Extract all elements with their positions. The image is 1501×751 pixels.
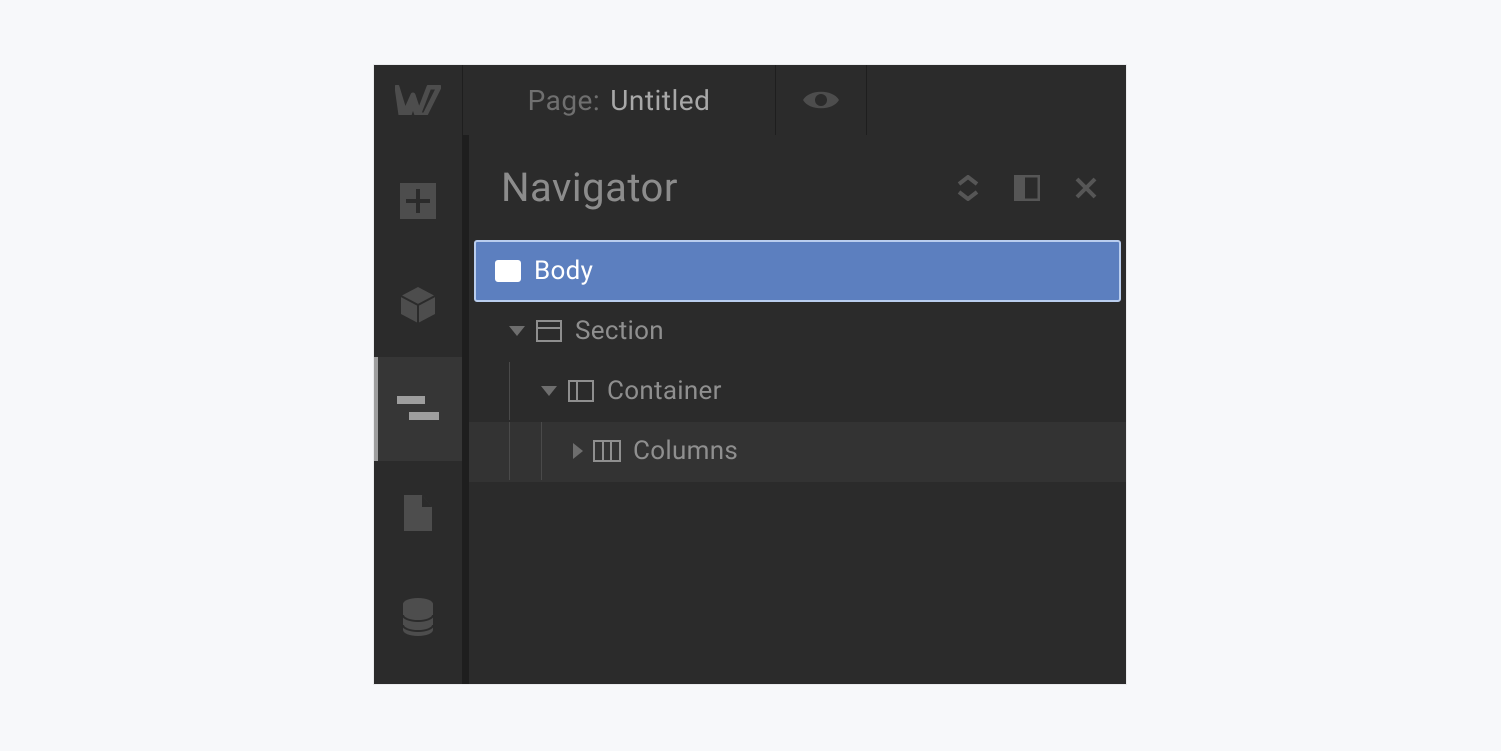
page-selector[interactable]: Page: Untitled <box>463 65 776 135</box>
designer-window: Page: Untitled <box>374 65 1126 684</box>
container-icon <box>567 380 595 402</box>
add-elements-button[interactable] <box>374 149 462 253</box>
collapse-all-icon[interactable] <box>956 175 980 201</box>
navigator-button[interactable] <box>374 357 462 461</box>
close-icon[interactable] <box>1074 176 1098 200</box>
pages-button[interactable] <box>374 461 462 565</box>
tree-item-label: Section <box>575 316 664 346</box>
plus-icon <box>398 181 438 221</box>
navigator-panel: Navigator <box>463 135 1126 684</box>
tree-item-columns[interactable]: Columns <box>469 422 1126 482</box>
page-prefix-label: Page: <box>528 84 601 117</box>
tree-item-container[interactable]: Container <box>469 362 1126 422</box>
cms-button[interactable] <box>374 565 462 669</box>
logo-button[interactable] <box>374 65 463 135</box>
expand-toggle[interactable] <box>509 326 525 336</box>
navigator-actions <box>956 175 1098 201</box>
tree-item-section[interactable]: Section <box>469 302 1126 362</box>
tree-item-label: Body <box>534 256 593 286</box>
cube-icon <box>397 284 439 326</box>
top-bar: Page: Untitled <box>374 65 1126 135</box>
navigator-header: Navigator <box>469 135 1126 240</box>
tree-item-label: Container <box>607 376 722 406</box>
left-tool-rail <box>374 135 463 684</box>
expand-toggle[interactable] <box>541 386 557 396</box>
eye-icon <box>801 87 841 113</box>
navigator-tree: Body Section <box>469 240 1126 684</box>
tree-item-body[interactable]: Body <box>474 240 1121 302</box>
pin-panel-icon[interactable] <box>1014 175 1040 201</box>
tree-item-label: Columns <box>633 436 738 466</box>
webflow-logo-icon <box>395 85 441 115</box>
navigator-title: Navigator <box>501 164 678 211</box>
symbols-button[interactable] <box>374 253 462 357</box>
page-name-label: Untitled <box>610 84 710 117</box>
navigator-icon <box>397 394 439 424</box>
body-row: Navigator <box>374 135 1126 684</box>
expand-toggle[interactable] <box>573 443 583 459</box>
section-icon <box>535 320 563 342</box>
columns-icon <box>593 440 621 462</box>
body-icon <box>494 260 522 282</box>
preview-button[interactable] <box>776 65 867 135</box>
database-icon <box>400 597 436 637</box>
page-icon <box>402 493 434 533</box>
